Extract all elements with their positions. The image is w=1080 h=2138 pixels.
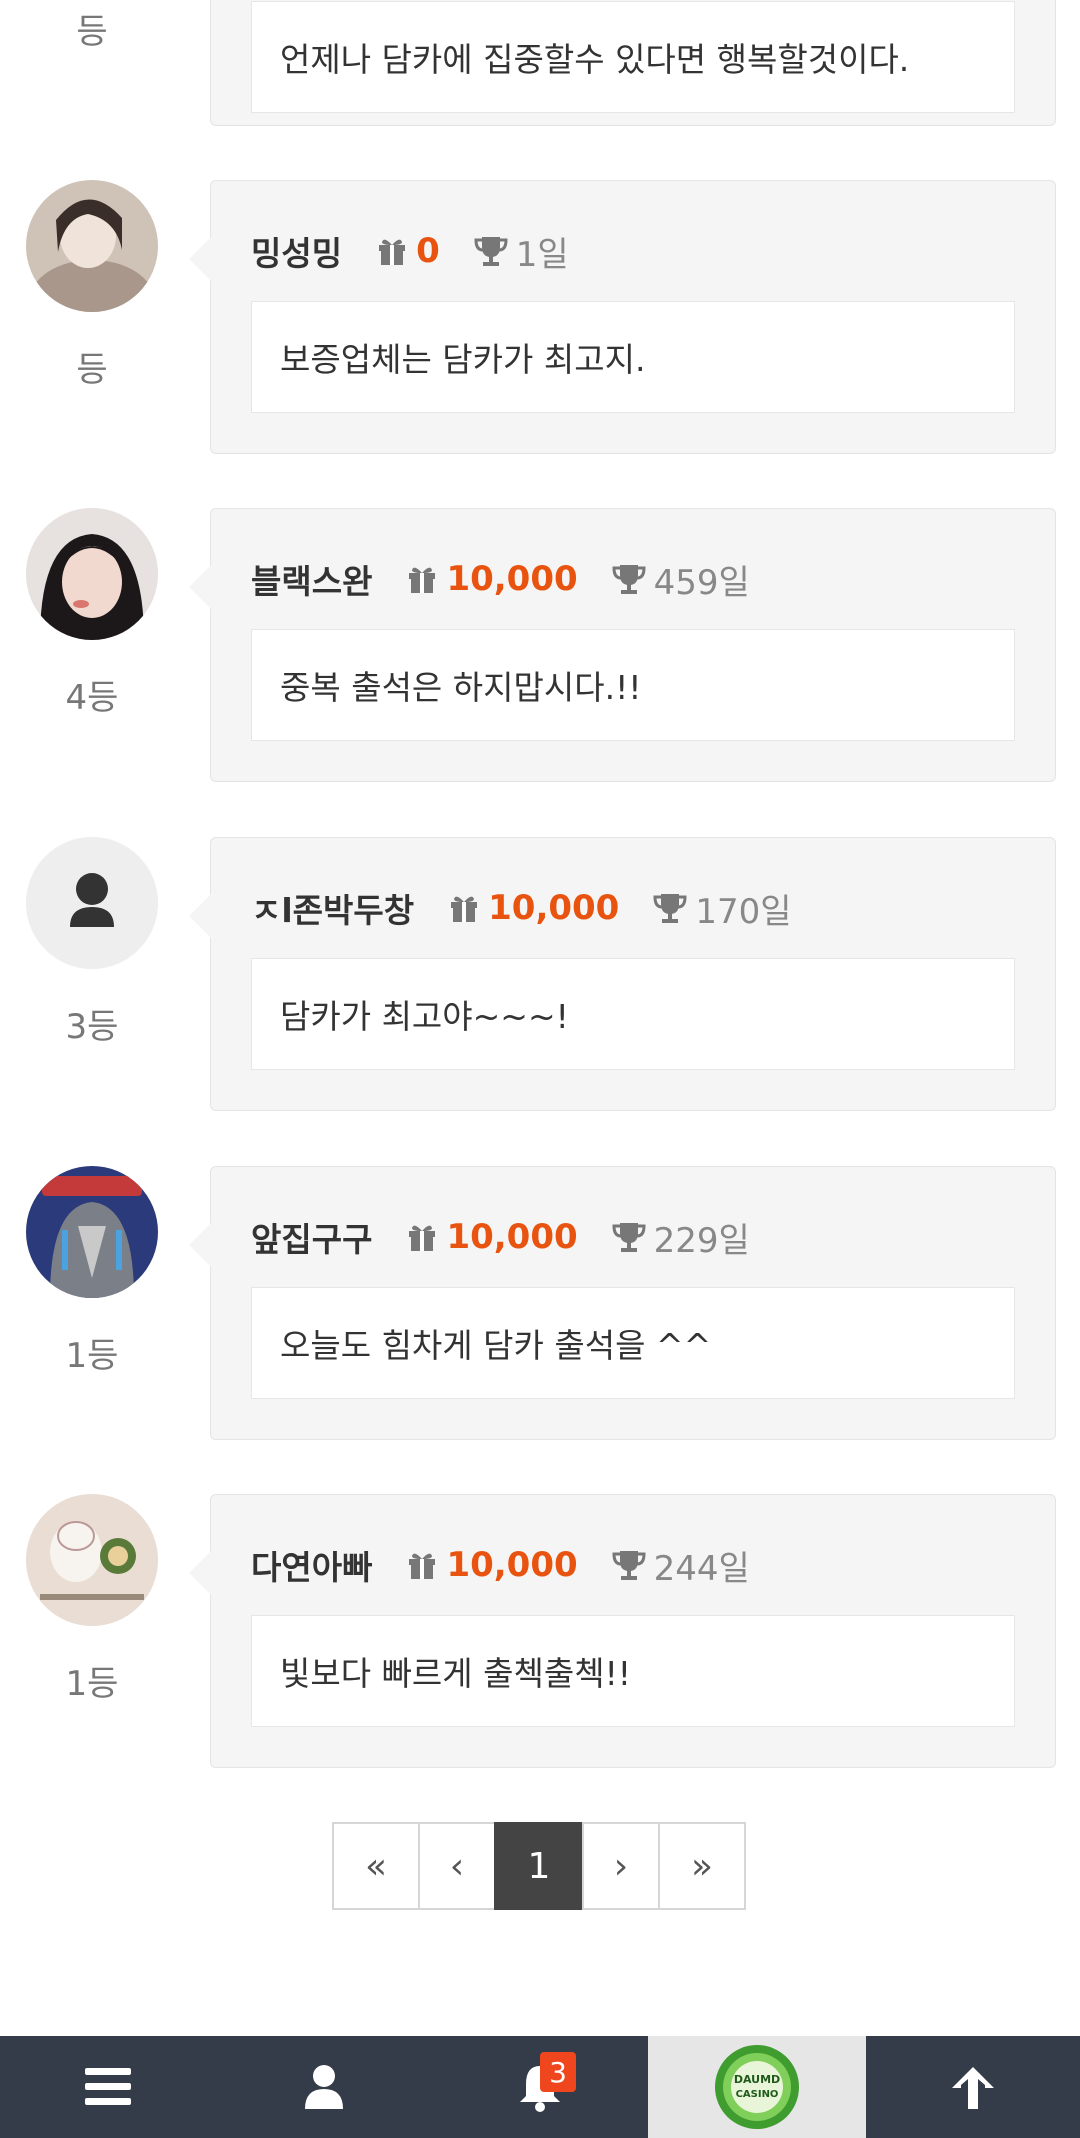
attendance-entry: 3등 ㅈl존박두창 10,000 170일 담카가 최고야~~~! [0,837,1080,1117]
notification-badge: 3 [540,2052,576,2092]
attendance-days: 229일 [612,1213,750,1262]
user-meta: 다연아빠 10,000 244일 [251,1539,750,1591]
points-value: 10,000 [446,1545,578,1585]
prev-page-button[interactable]: ‹ [418,1822,496,1910]
trophy-icon [612,1223,646,1252]
hamburger-icon [85,2068,131,2105]
comment-text: 오늘도 힘차게 담카 출석을 ^^ [251,1287,1015,1399]
comment-text: 빛보다 빠르게 출첵출첵!! [251,1615,1015,1727]
attendance-entry: 1등 앞집구구 10,000 229일 오늘도 힘차게 담카 출석을 ^^ [0,1166,1080,1446]
user-icon [305,2065,343,2109]
rank-label: 1등 [65,1664,119,1704]
attendance-days: 170일 [653,884,792,933]
default-user-icon[interactable] [26,837,158,969]
gift-icon [451,896,478,922]
gift-icon [379,239,406,265]
user-meta: 앞집구구 10,000 229일 [251,1211,750,1263]
user-avatar[interactable] [26,1166,158,1298]
site-logo-button[interactable]: DAUMD CASINO [648,2036,866,2138]
comment-text: 중복 출석은 하지맙시다.!! [251,629,1015,741]
user-name[interactable]: 밍성밍 [251,227,342,275]
comment-card: 밍성밍 0 1일 보증업체는 담카가 최고지. [189,180,1056,454]
attendance-entry: 4등 블랙스완 10,000 459일 중복 출석은 하지맙시다.!! [0,508,1080,788]
points: 10,000 [406,1545,578,1585]
attendance-entry: 1등 다연아빠 10,000 244일 빛보다 빠르게 출첵출첵!! [0,1494,1080,1774]
points-value: 0 [416,231,440,271]
comment-text: 담카가 최고야~~~! [251,958,1015,1070]
comment-card: 블랙스완 10,000 459일 중복 출석은 하지맙시다.!! [189,508,1056,782]
trophy-icon [474,237,508,266]
user-meta: 밍성밍 0 1일 [251,225,569,277]
user-name[interactable]: ㅈl존박두창 [251,884,414,932]
comment-text: 언제나 담카에 집중할수 있다면 행복할것이다. [251,1,1015,113]
page-1-button[interactable]: 1 [494,1822,584,1910]
first-page-button[interactable]: « [332,1822,420,1910]
attendance-entry: 등 언제나 담카에 집중할수 있다면 행복할것이다. [0,0,1080,132]
arrow-up-icon [952,2067,994,2109]
bottom-nav-bar: 3 DAUMD CASINO [0,2036,1080,2138]
user-avatar[interactable] [26,180,158,312]
rank-label: 등 [76,12,108,52]
rank-label: 3등 [65,1007,119,1047]
scroll-top-button[interactable] [866,2036,1080,2138]
user-avatar[interactable] [26,508,158,640]
days-value: 1일 [515,234,569,275]
comment-card: 앞집구구 10,000 229일 오늘도 힘차게 담카 출석을 ^^ [189,1166,1056,1440]
last-page-button[interactable]: » [658,1822,746,1910]
comment-text: 보증업체는 담카가 최고지. [251,301,1015,413]
comment-card: ㅈl존박두창 10,000 170일 담카가 최고야~~~! [189,837,1056,1111]
gift-icon [409,567,436,593]
trophy-icon [612,1551,646,1580]
rank-label: 등 [76,350,108,390]
attendance-days: 459일 [612,555,750,604]
points: 10,000 [406,559,578,599]
profile-button[interactable] [216,2036,432,2138]
points-value: 10,000 [488,888,620,928]
points: 10,000 [448,888,619,928]
trophy-icon [653,894,687,923]
page: 등 언제나 담카에 집중할수 있다면 행복할것이다. 등 밍성밍 0 1일 보증… [0,0,1080,2138]
gift-icon [409,1225,436,1251]
user-name[interactable]: 블랙스완 [251,555,372,603]
days-value: 459일 [653,562,750,603]
gift-icon [409,1553,436,1579]
user-name[interactable]: 앞집구구 [251,1213,372,1261]
rank-label: 4등 [65,678,119,718]
attendance-days: 1일 [474,227,569,276]
user-meta: ㅈl존박두창 10,000 170일 [251,882,792,934]
menu-button[interactable] [0,2036,216,2138]
days-value: 229일 [653,1220,750,1261]
user-avatar[interactable] [26,1494,158,1626]
days-value: 170일 [695,891,792,932]
trophy-icon [612,565,646,594]
pagination: « ‹ 1 › » [332,1822,746,1910]
comment-card: 언제나 담카에 집중할수 있다면 행복할것이다. [210,0,1056,126]
logo-text-casino: CASINO [736,2089,779,2100]
points: 0 [376,231,440,271]
user-name[interactable]: 다연아빠 [251,1541,372,1589]
points-value: 10,000 [446,559,578,599]
user-meta: 블랙스완 10,000 459일 [251,553,750,605]
comment-card: 다연아빠 10,000 244일 빛보다 빠르게 출첵출첵!! [189,1494,1056,1768]
attendance-days: 244일 [612,1541,750,1590]
next-page-button[interactable]: › [582,1822,660,1910]
points-value: 10,000 [446,1217,578,1257]
attendance-entry: 등 밍성밍 0 1일 보증업체는 담카가 최고지. [0,180,1080,460]
points: 10,000 [406,1217,578,1257]
logo-text-daumd: DAUMD [734,2073,780,2086]
rank-label: 1등 [65,1336,119,1376]
days-value: 244일 [653,1548,750,1589]
notifications-button[interactable]: 3 [432,2036,648,2138]
casino-logo: DAUMD CASINO [715,2045,799,2129]
